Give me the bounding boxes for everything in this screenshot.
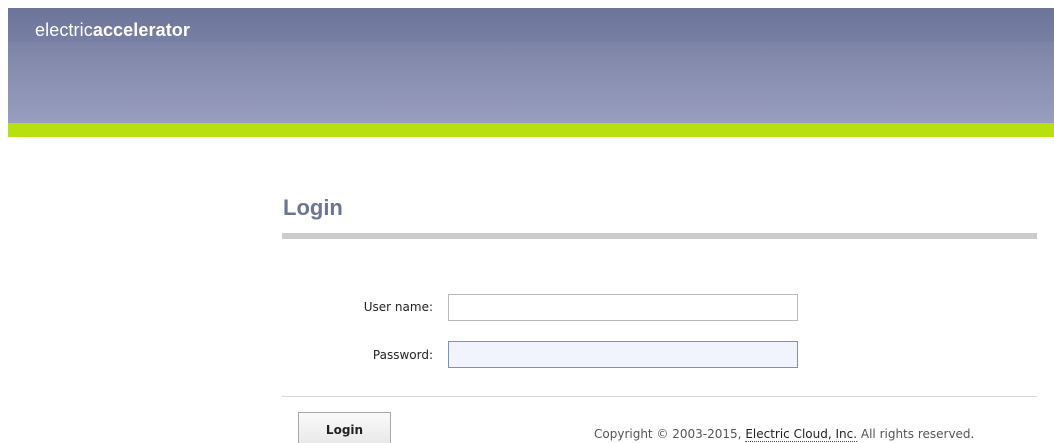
username-label: User name:: [363, 300, 433, 314]
username-input[interactable]: [448, 294, 798, 321]
copyright-notice: Copyright © 2003-2015, Electric Cloud, I…: [594, 427, 975, 442]
header-accent-bar: [8, 123, 1054, 137]
header-banner: electricaccelerator: [8, 8, 1054, 123]
copyright-prefix: Copyright © 2003-2015,: [594, 427, 746, 441]
electric-cloud-link[interactable]: Electric Cloud, Inc.: [745, 427, 858, 442]
electric-accelerator-logo: electricaccelerator: [35, 19, 190, 41]
copyright-suffix: All rights reserved.: [857, 427, 975, 441]
header-shade: [8, 42, 1054, 123]
login-button[interactable]: Login: [298, 412, 391, 443]
form-divider: [282, 396, 1037, 397]
login-page: electricaccelerator Login User name: Pas…: [0, 0, 1054, 443]
logo-text-bold: accelerator: [92, 20, 190, 40]
password-label: Password:: [372, 348, 433, 362]
password-input[interactable]: [448, 341, 798, 368]
title-divider: [282, 233, 1037, 239]
logo-text-light: electric: [35, 20, 93, 40]
page-title: Login: [283, 195, 343, 220]
